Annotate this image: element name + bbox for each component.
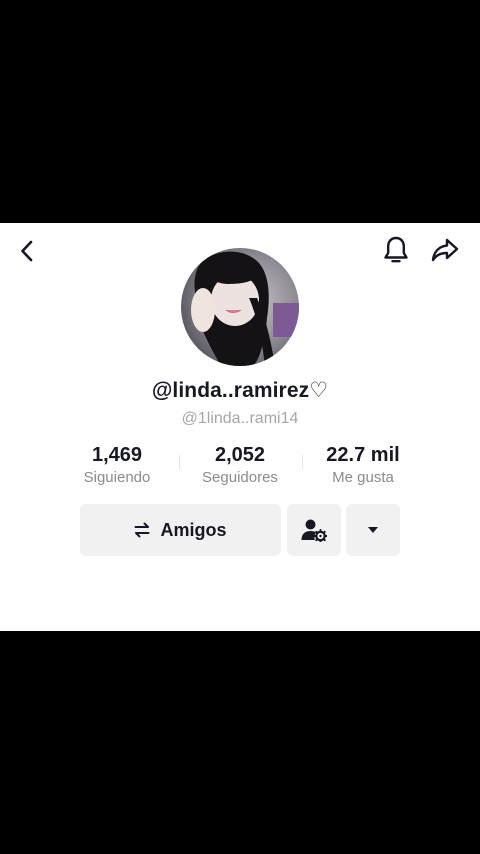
- following-label: Siguiendo: [83, 469, 151, 486]
- swap-arrows-icon: [134, 522, 150, 538]
- followers-count: 2,052: [214, 444, 266, 466]
- following-stat[interactable]: 1,469 Siguiendo: [52, 443, 182, 488]
- following-count: 1,469: [91, 444, 143, 466]
- notifications-button[interactable]: [376, 230, 416, 270]
- more-options-button[interactable]: [346, 504, 400, 556]
- profile-username: @linda..ramirez♡: [151, 379, 329, 402]
- followers-label: Seguidores: [202, 469, 278, 486]
- avatar[interactable]: [181, 248, 299, 366]
- avatar-photo: [181, 248, 299, 366]
- likes-label: Me gusta: [332, 469, 394, 486]
- bell-icon: [384, 236, 408, 263]
- friends-button-label: Amigos: [160, 519, 227, 540]
- back-button[interactable]: [8, 231, 48, 271]
- profile-screen: @linda..ramirez♡ @1linda..rami14 1,469 S…: [0, 223, 480, 631]
- caret-down-icon: [368, 527, 378, 533]
- profile-handle: @1linda..rami14: [181, 410, 299, 427]
- likes-stat[interactable]: 22.7 mil Me gusta: [298, 443, 428, 488]
- letterbox-top: [0, 0, 480, 223]
- share-arrow-icon: [431, 238, 459, 262]
- letterbox-bottom: [0, 631, 480, 854]
- person-settings-button[interactable]: [287, 504, 341, 556]
- friends-button[interactable]: Amigos: [80, 504, 281, 556]
- person-gear-icon: [301, 519, 327, 542]
- share-button[interactable]: [425, 230, 465, 270]
- followers-stat[interactable]: 2,052 Seguidores: [175, 443, 305, 488]
- likes-count: 22.7 mil: [326, 444, 400, 466]
- chevron-left-icon: [21, 240, 33, 262]
